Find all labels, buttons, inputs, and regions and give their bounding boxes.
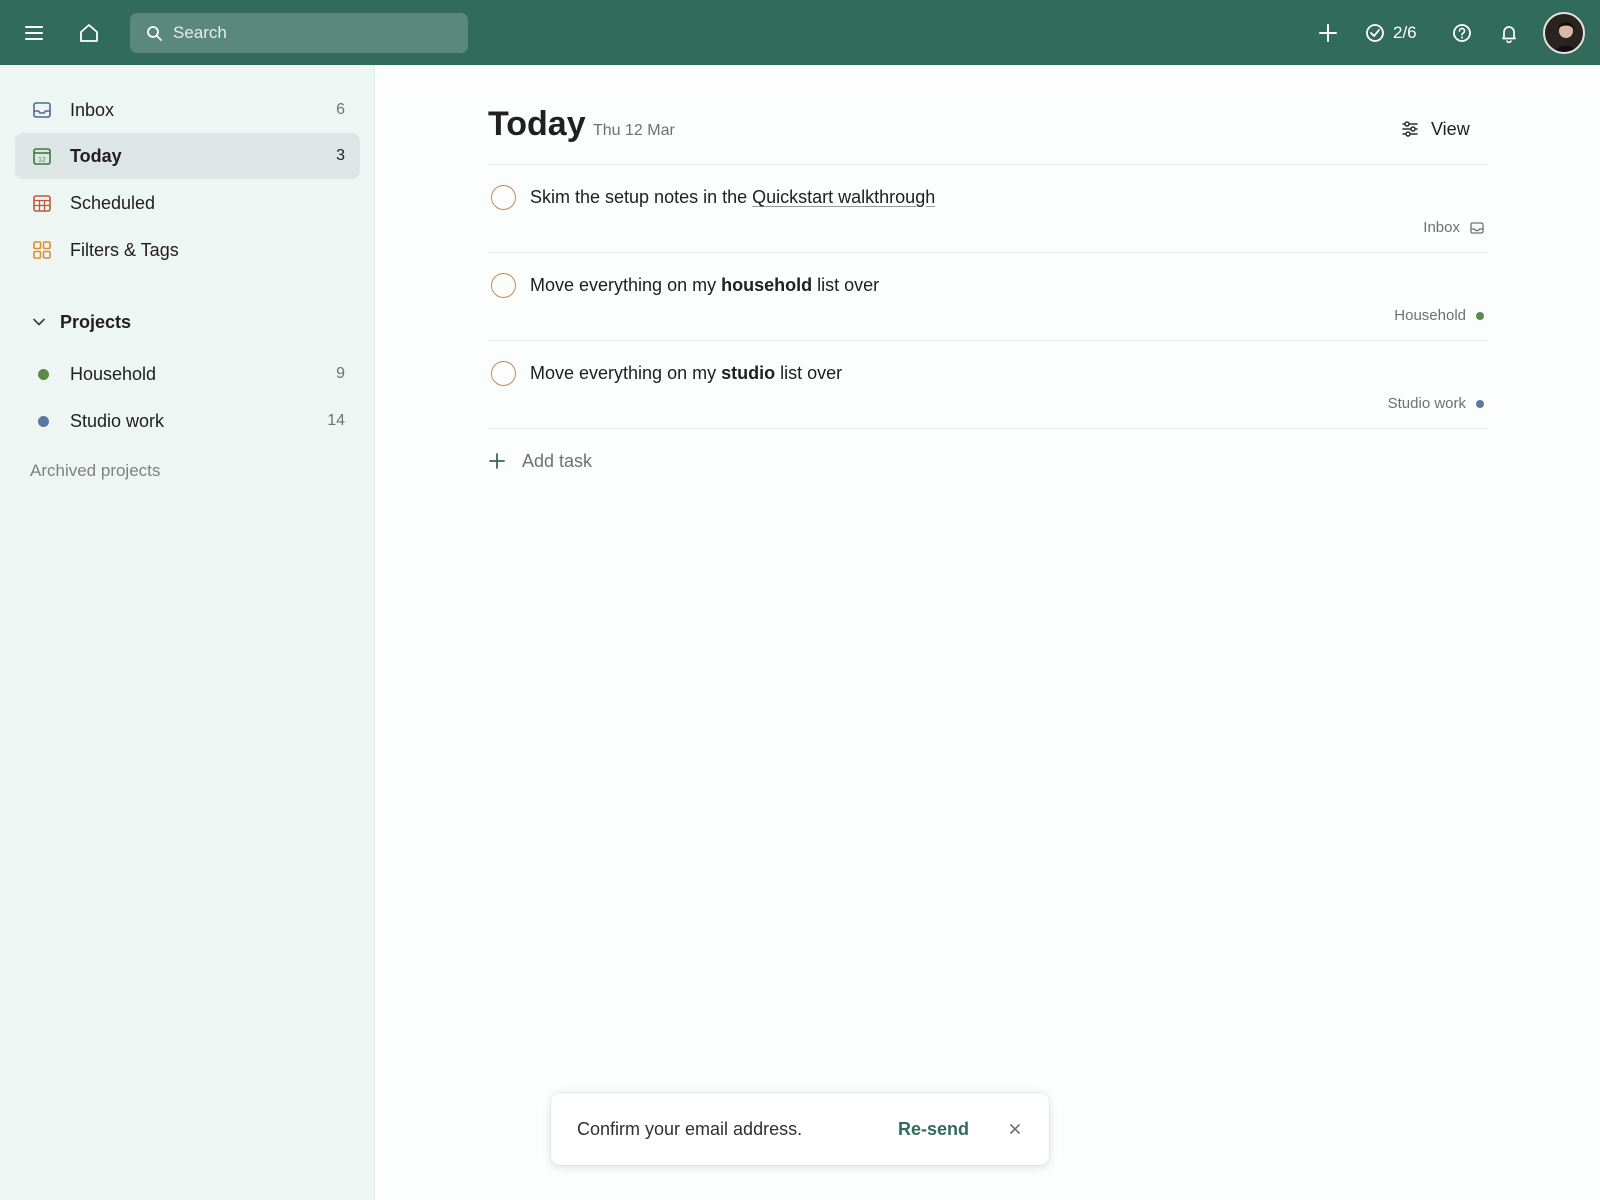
top-bar: 2/6 (0, 0, 1600, 65)
task-title-text: Move everything on my (530, 363, 722, 383)
sidebar-item-label: Studio work (70, 410, 165, 431)
sidebar-item-label: Household (70, 363, 157, 384)
task-item[interactable]: Move everything on my household list ove… (488, 253, 1488, 341)
bell-icon (1502, 26, 1516, 43)
chevron-down-icon (33, 318, 45, 326)
sidebar-item-studio-work[interactable]: Studio work 14 (15, 398, 360, 444)
task-title-text: list over (812, 275, 880, 295)
sidebar-item-count: 6 (336, 101, 345, 118)
notifications-button[interactable] (1492, 16, 1526, 50)
task-project[interactable]: Inbox (1423, 219, 1484, 236)
plus-icon (1319, 24, 1337, 42)
projects-heading: Projects (60, 311, 132, 332)
task-project[interactable]: Household (1394, 307, 1484, 324)
task-title-text: list over (775, 363, 843, 383)
view-options-button[interactable]: View (1401, 111, 1470, 147)
productivity-progress[interactable]: 2/6 (1365, 16, 1417, 50)
calendar-today-icon: 12 (33, 148, 51, 165)
task-item[interactable]: Move everything on my studio list over S… (488, 341, 1488, 429)
close-icon (1010, 1124, 1020, 1134)
help-icon (1453, 24, 1471, 42)
toast-close-button[interactable] (1003, 1117, 1027, 1141)
task-checkbox[interactable] (491, 185, 516, 210)
sidebar-item-count: 9 (336, 365, 345, 382)
sidebar-item-label: Filters & Tags (70, 239, 179, 260)
task-checkbox[interactable] (491, 273, 516, 298)
inbox-icon (33, 102, 51, 118)
task-checkbox[interactable] (491, 361, 516, 386)
check-circle-icon (1366, 24, 1384, 42)
task-title: Move everything on my household list ove… (530, 275, 879, 296)
task-project-label: Inbox (1423, 219, 1460, 236)
sidebar-item-label: Today (70, 145, 122, 166)
sidebar-item-filters-tags[interactable]: Filters & Tags (15, 227, 360, 273)
sidebar-item-label: Scheduled (70, 192, 156, 213)
sidebar-item-count: 14 (327, 412, 345, 429)
menu-button[interactable] (17, 16, 51, 50)
task-project[interactable]: Studio work (1388, 395, 1484, 412)
sidebar-item-today[interactable]: 12 Today 3 (15, 133, 360, 179)
search-icon (147, 25, 162, 41)
resend-button[interactable]: Re-send (898, 1119, 969, 1140)
project-color-dot (1476, 311, 1484, 320)
task-title: Move everything on my studio list over (530, 363, 842, 384)
grid-icon (33, 241, 51, 259)
sidebar-item-household[interactable]: Household 9 (15, 351, 360, 397)
project-color-dot (38, 416, 49, 427)
project-color-dot (1476, 399, 1484, 408)
help-button[interactable] (1445, 16, 1479, 50)
task-item[interactable]: Skim the setup notes in the Quickstart w… (488, 165, 1488, 253)
sidebar-item-label: Inbox (70, 99, 115, 120)
task-title: Skim the setup notes in the Quickstart w… (530, 187, 935, 208)
search-input[interactable] (173, 23, 453, 43)
menu-icon (25, 26, 43, 40)
main-content: Today Thu 12 Mar View Skim the setup not… (376, 65, 1600, 1200)
task-title-text: Skim the setup notes in the (530, 187, 753, 207)
search-bar[interactable] (130, 13, 468, 53)
project-color-dot (38, 369, 49, 380)
page-title: Today (488, 105, 586, 143)
archived-projects-link[interactable]: Archived projects (30, 461, 160, 481)
home-button[interactable] (72, 16, 106, 50)
add-task-label: Add task (522, 450, 593, 471)
view-label: View (1431, 118, 1470, 139)
task-title-text: Move everything on my (530, 275, 722, 295)
sliders-icon (1402, 121, 1418, 137)
projects-section-toggle[interactable]: Projects (15, 302, 360, 342)
sidebar-item-count: 3 (336, 147, 345, 164)
task-title-bold: household (721, 275, 813, 295)
task-project-label: Household (1394, 307, 1466, 324)
quick-add-button[interactable] (1311, 16, 1345, 50)
progress-label: 2/6 (1393, 23, 1417, 42)
inbox-icon (1470, 221, 1484, 234)
plus-icon (489, 453, 505, 469)
avatar[interactable] (1543, 12, 1585, 54)
home-icon (80, 24, 98, 42)
page-date: Thu 12 Mar (593, 122, 675, 139)
task-project-label: Studio work (1387, 395, 1466, 412)
svg-text:12: 12 (38, 157, 46, 164)
sidebar-item-scheduled[interactable]: Scheduled (15, 180, 360, 226)
email-confirm-toast: Confirm your email address. Re-send (551, 1093, 1049, 1165)
add-task-button[interactable]: Add task (488, 443, 592, 479)
calendar-grid-icon (33, 195, 51, 212)
toast-message: Confirm your email address. (577, 1119, 803, 1139)
sidebar: Inbox 6 12 Today 3 Scheduled Filters & T… (0, 65, 375, 1200)
task-title-bold: studio (721, 363, 776, 383)
sidebar-item-inbox[interactable]: Inbox 6 (15, 87, 360, 133)
quickstart-link[interactable]: Quickstart walkthrough (752, 187, 935, 207)
user-photo-icon (1554, 22, 1578, 52)
